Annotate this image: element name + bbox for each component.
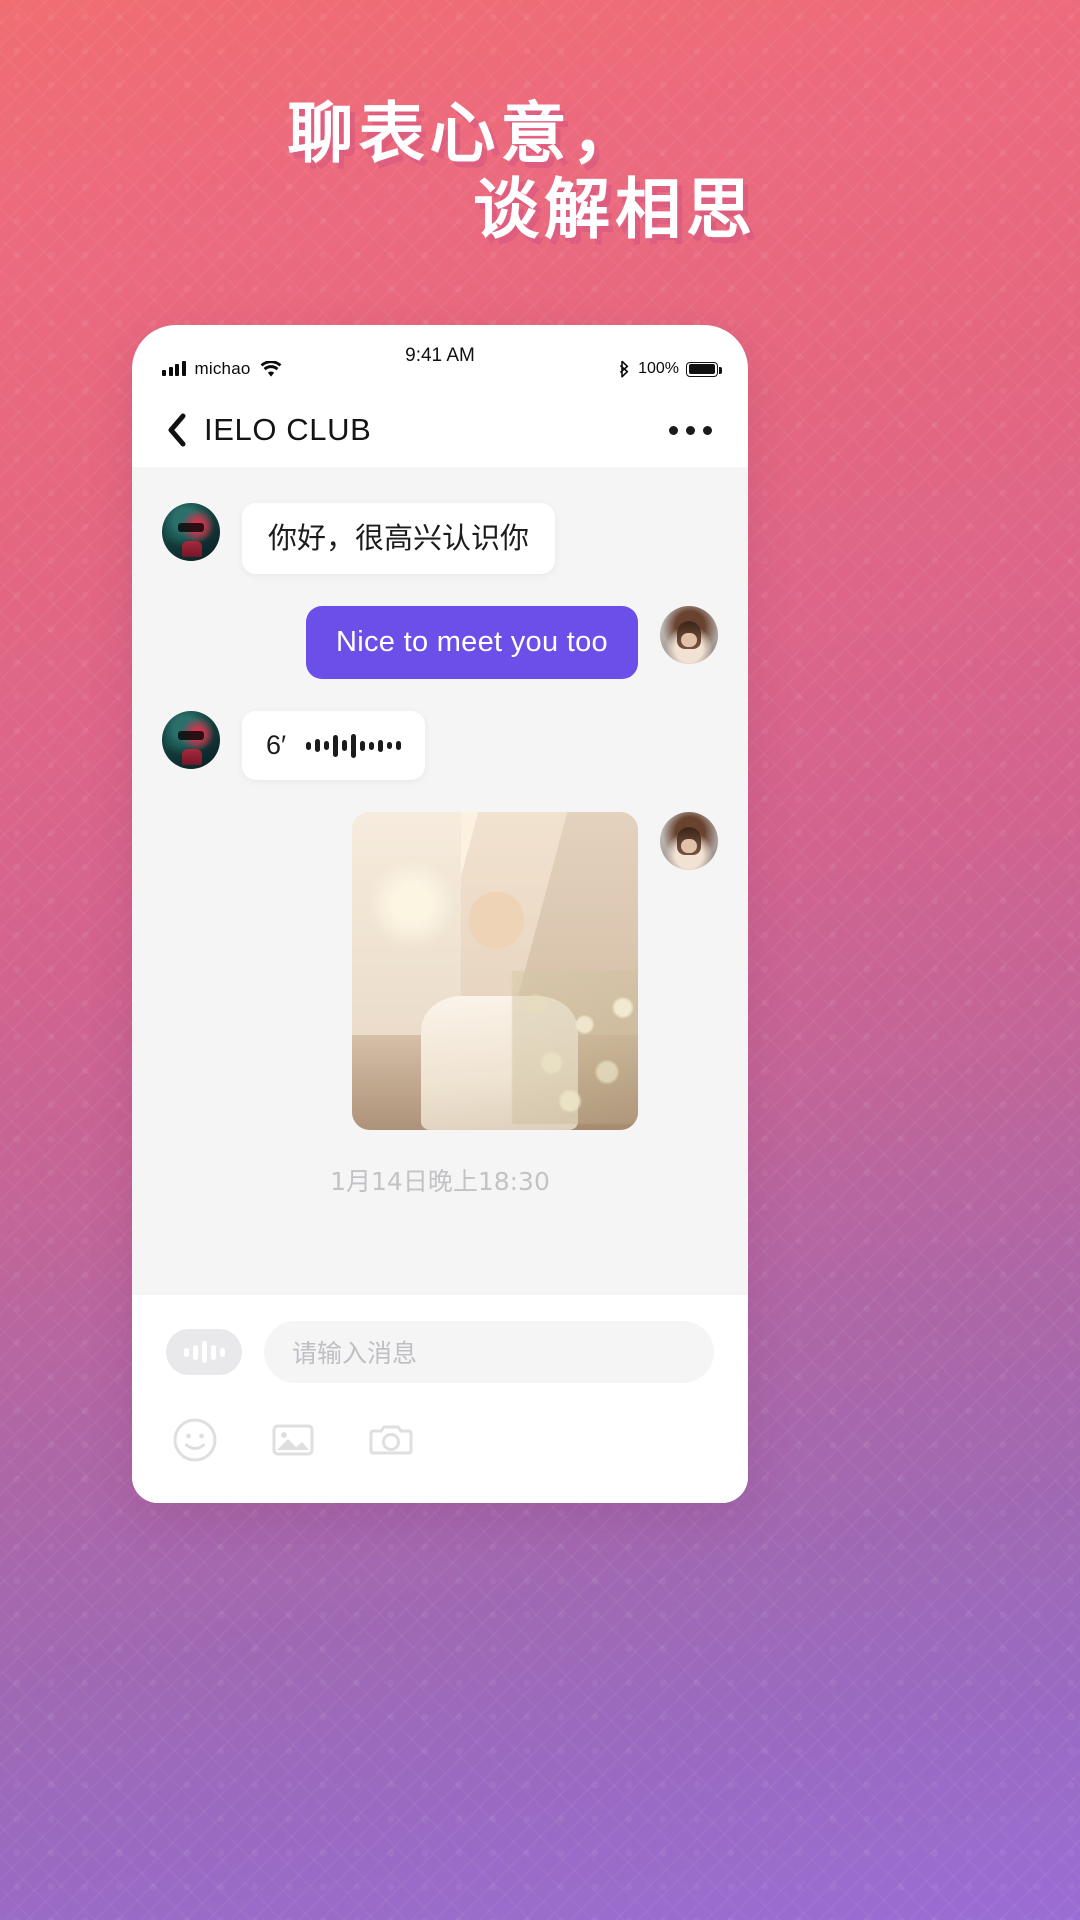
voice-record-icon[interactable] xyxy=(166,1329,242,1375)
search-input[interactable]: 请输入消息 xyxy=(264,1321,714,1383)
self-avatar[interactable] xyxy=(660,606,718,664)
contact-avatar[interactable] xyxy=(162,711,220,769)
page-title: IELO CLUB xyxy=(204,412,372,447)
chat-message-list[interactable]: 你好，很高兴认识你 Nice to meet you too 6′ 1月14日晚… xyxy=(132,467,748,1295)
status-bar: michao 9:41 AM 100% xyxy=(132,325,748,393)
status-bar-time: 9:41 AM xyxy=(405,345,475,366)
headline: 聊表心意， 谈解相思 xyxy=(0,96,1080,248)
message-bubble-voice[interactable]: 6′ xyxy=(242,711,426,780)
message-input-bar: 请输入消息 xyxy=(132,1295,748,1503)
message-bubble-image[interactable] xyxy=(352,812,638,1130)
headline-line-2: 谈解相思 xyxy=(473,171,757,248)
image-icon[interactable] xyxy=(270,1417,316,1463)
chat-message-outgoing-text: Nice to meet you too xyxy=(162,606,718,679)
input-row: 请输入消息 xyxy=(166,1321,714,1383)
chat-message-incoming-voice: 6′ xyxy=(162,711,718,780)
self-avatar[interactable] xyxy=(660,812,718,870)
contact-avatar[interactable] xyxy=(162,503,220,561)
nav-bar: IELO CLUB xyxy=(132,393,748,467)
message-bubble-text[interactable]: 你好，很高兴认识你 xyxy=(242,503,556,574)
more-dots-icon[interactable] xyxy=(667,416,714,445)
chat-message-outgoing-image xyxy=(162,812,718,1130)
back-chevron-icon[interactable] xyxy=(166,413,188,447)
phone-mockup: michao 9:41 AM 100% IELO CLUB 你好，很高兴认识你 … xyxy=(132,325,748,1503)
emoji-icon[interactable] xyxy=(172,1417,218,1463)
message-input-placeholder: 请输入消息 xyxy=(292,1340,418,1368)
message-bubble-text[interactable]: Nice to meet you too xyxy=(306,606,638,679)
input-action-icons xyxy=(166,1417,714,1463)
message-timestamp: 1月14日晚上18:30 xyxy=(330,1167,550,1196)
voice-duration: 6′ xyxy=(266,730,287,760)
chat-message-incoming-text: 你好，很高兴认识你 xyxy=(162,503,718,574)
camera-icon[interactable] xyxy=(368,1417,414,1463)
battery-full-icon xyxy=(686,361,722,377)
audio-waveform-icon xyxy=(306,733,402,759)
headline-line-1: 聊表心意， xyxy=(287,95,643,172)
